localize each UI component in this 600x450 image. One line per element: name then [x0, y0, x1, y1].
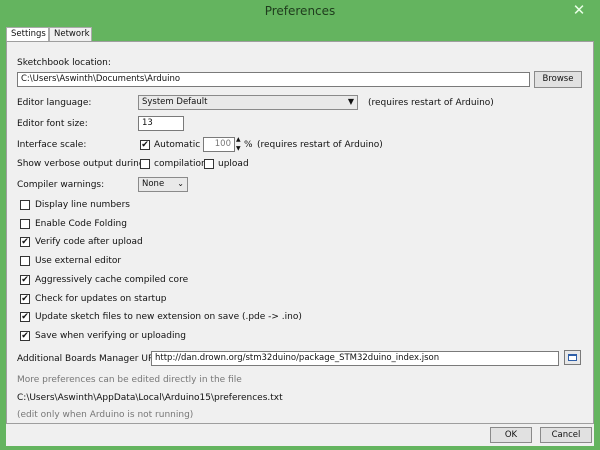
update-extension-checkbox[interactable]: ✔	[20, 312, 30, 322]
scale-percent-unit: %	[244, 140, 253, 150]
display-line-numbers-label: Display line numbers	[35, 200, 130, 210]
prefs-file-path: C:\Users\Aswinth\AppData\Local\Arduino15…	[17, 393, 283, 403]
font-size-label: Editor font size:	[17, 119, 88, 129]
external-editor-checkbox[interactable]	[20, 256, 30, 266]
cache-core-checkbox[interactable]: ✔	[20, 275, 30, 285]
chevron-down-icon: ⌄	[177, 179, 184, 188]
check-updates-checkbox[interactable]: ✔	[20, 294, 30, 304]
cancel-button[interactable]: Cancel	[540, 427, 592, 443]
compiler-warnings-select[interactable]: None ⌄	[138, 177, 188, 192]
verbose-compilation-checkbox[interactable]	[140, 159, 150, 169]
verbose-label: Show verbose output during:	[17, 159, 148, 169]
verbose-upload-label: upload	[218, 159, 249, 169]
scale-percent-input[interactable]: 100	[203, 137, 235, 152]
enable-code-folding-label: Enable Code Folding	[35, 219, 127, 229]
sketchbook-path-input[interactable]: C:\Users\Aswinth\Documents\Arduino	[17, 72, 530, 87]
verify-after-upload-label: Verify code after upload	[35, 237, 143, 247]
boards-manager-url-input[interactable]: http://dan.drown.org/stm32duino/package_…	[151, 351, 559, 366]
display-line-numbers-checkbox[interactable]	[20, 200, 30, 210]
more-prefs-text: More preferences can be edited directly …	[17, 375, 242, 385]
tab-network[interactable]: Network	[49, 27, 92, 41]
sketchbook-label: Sketchbook location:	[17, 58, 111, 68]
window-list-icon[interactable]	[564, 350, 581, 365]
editor-language-note: (requires restart of Arduino)	[368, 98, 494, 108]
compiler-warnings-label: Compiler warnings:	[17, 180, 105, 190]
compiler-warnings-value: None	[142, 179, 165, 189]
title-bar: Preferences ✕	[0, 0, 600, 24]
boards-manager-label: Additional Boards Manager URLs:	[17, 354, 167, 364]
check-updates-label: Check for updates on startup	[35, 294, 167, 304]
close-icon[interactable]: ✕	[564, 0, 594, 20]
verify-after-upload-checkbox[interactable]: ✔	[20, 237, 30, 247]
cache-core-label: Aggressively cache compiled core	[35, 275, 189, 285]
verbose-upload-checkbox[interactable]	[204, 159, 214, 169]
automatic-checkbox[interactable]: ✔	[140, 140, 150, 150]
editor-language-label: Editor language:	[17, 98, 92, 108]
interface-scale-label: Interface scale:	[17, 140, 87, 150]
verbose-compilation-label: compilation	[154, 159, 207, 169]
font-size-input[interactable]: 13	[138, 116, 184, 131]
enable-code-folding-checkbox[interactable]	[20, 219, 30, 229]
editor-language-value: System Default	[142, 97, 208, 107]
automatic-label: Automatic	[154, 140, 201, 150]
interface-scale-note: (requires restart of Arduino)	[257, 140, 383, 150]
save-on-verify-checkbox[interactable]: ✔	[20, 331, 30, 341]
dialog-button-bar: OK Cancel	[0, 424, 600, 450]
editor-language-select[interactable]: System Default ▼	[138, 95, 358, 110]
external-editor-label: Use external editor	[35, 256, 122, 266]
ok-button[interactable]: OK	[490, 427, 532, 443]
tab-settings[interactable]: Settings	[6, 27, 49, 41]
window-title: Preferences	[264, 4, 336, 18]
browse-button[interactable]: Browse	[534, 71, 582, 88]
save-on-verify-label: Save when verifying or uploading	[35, 331, 186, 341]
edit-note-text: (edit only when Arduino is not running)	[17, 410, 194, 420]
scale-spinner-icon[interactable]: ▲ ▼	[236, 135, 241, 153]
settings-panel: Sketchbook location: C:\Users\Aswinth\Do…	[6, 41, 594, 424]
chevron-down-icon: ▼	[347, 97, 354, 106]
update-extension-label: Update sketch files to new extension on …	[35, 312, 302, 322]
